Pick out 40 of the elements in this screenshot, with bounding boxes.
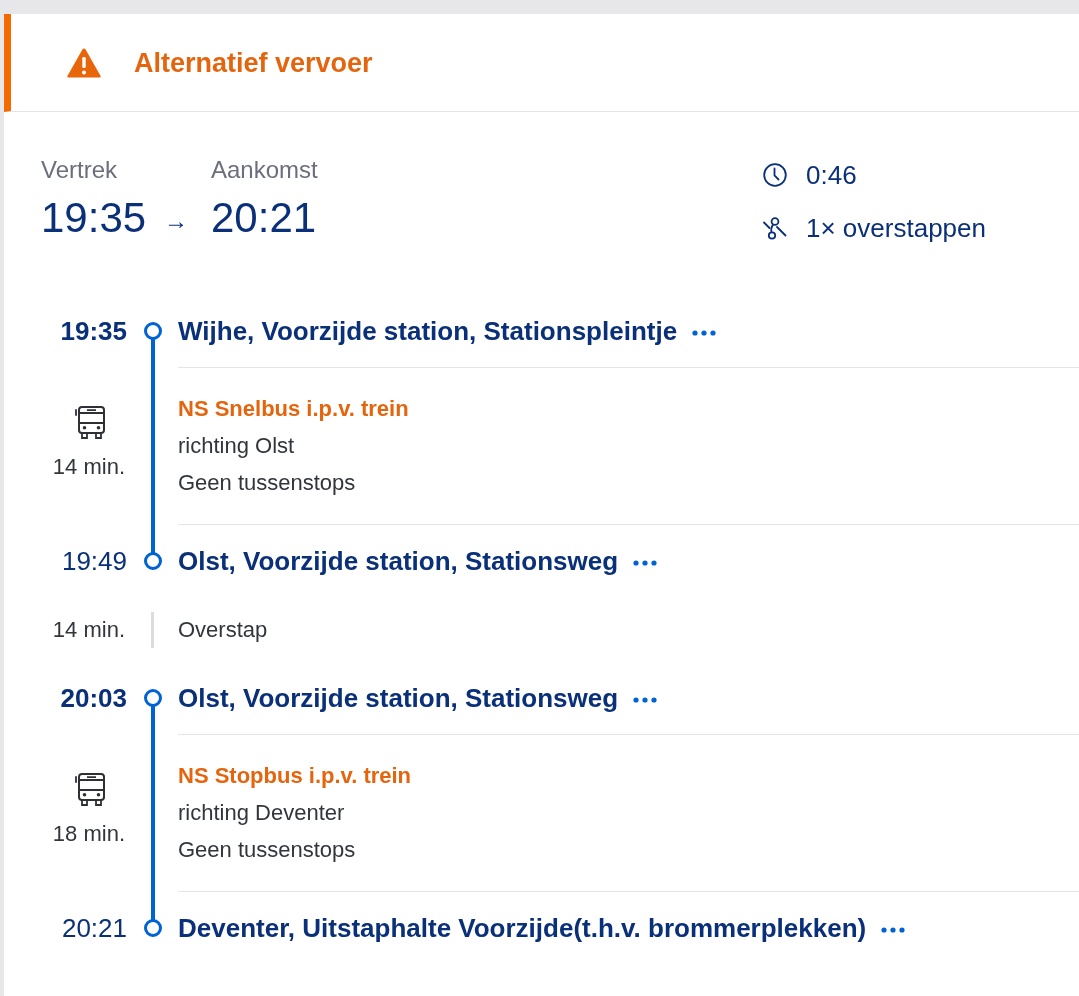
stop-marker-icon bbox=[143, 322, 162, 340]
alert-title: Alternatief vervoer bbox=[134, 46, 373, 80]
stop-marker-icon bbox=[143, 919, 162, 937]
direction-arrow: → bbox=[164, 206, 189, 236]
direction-text: richting Deventer bbox=[178, 799, 345, 827]
more-options-icon[interactable] bbox=[633, 559, 658, 566]
departure-time: 19:35 bbox=[41, 193, 147, 243]
more-options-icon[interactable] bbox=[633, 696, 658, 703]
warning-icon bbox=[66, 46, 102, 79]
stops-info: Geen tussenstops bbox=[178, 836, 356, 864]
bus-icon bbox=[74, 773, 105, 807]
station-name: Olst, Voorzijde station, Stationsweg bbox=[178, 545, 619, 577]
ride-duration: 14 min. bbox=[52, 454, 125, 480]
stop-marker-icon bbox=[143, 552, 162, 570]
station-name: Wijhe, Voorzijde station, Stationspleintje bbox=[178, 315, 678, 347]
stops-info: Geen tussenstops bbox=[178, 469, 356, 497]
travel-duration: 0:46 bbox=[806, 159, 857, 192]
departure-time: 20:03 bbox=[60, 682, 127, 714]
service-name: NS Stopbus i.p.v. trein bbox=[178, 762, 412, 790]
service-name: NS Snelbus i.p.v. trein bbox=[178, 395, 409, 423]
stop-marker-icon bbox=[143, 689, 162, 707]
station-name: Olst, Voorzijde station, Stationsweg bbox=[178, 682, 619, 714]
arrival-label: Aankomst bbox=[211, 155, 318, 185]
more-options-icon[interactable] bbox=[881, 926, 906, 933]
transfer-count: 1× overstappen bbox=[806, 212, 986, 245]
transfer-line bbox=[151, 611, 154, 648]
more-options-icon[interactable] bbox=[692, 329, 717, 336]
bus-icon bbox=[74, 406, 105, 440]
departure-time: 19:35 bbox=[60, 315, 127, 347]
clock-icon bbox=[763, 163, 787, 187]
ride-duration: 18 min. bbox=[52, 821, 125, 847]
arrival-time: 19:49 bbox=[61, 545, 127, 577]
transfer-label: Overstap bbox=[178, 615, 268, 644]
transfer-duration: 14 min. bbox=[52, 616, 125, 643]
route-icon bbox=[763, 216, 787, 240]
arrival-time: 20:21 bbox=[61, 912, 127, 944]
departure-label: Vertrek bbox=[41, 155, 118, 185]
station-name: Deventer, Uitstaphalte Voorzijde(t.h.v. brommerplekken) bbox=[178, 912, 867, 944]
arrival-time: 20:21 bbox=[211, 193, 317, 243]
direction-text: richting Olst bbox=[178, 432, 295, 460]
